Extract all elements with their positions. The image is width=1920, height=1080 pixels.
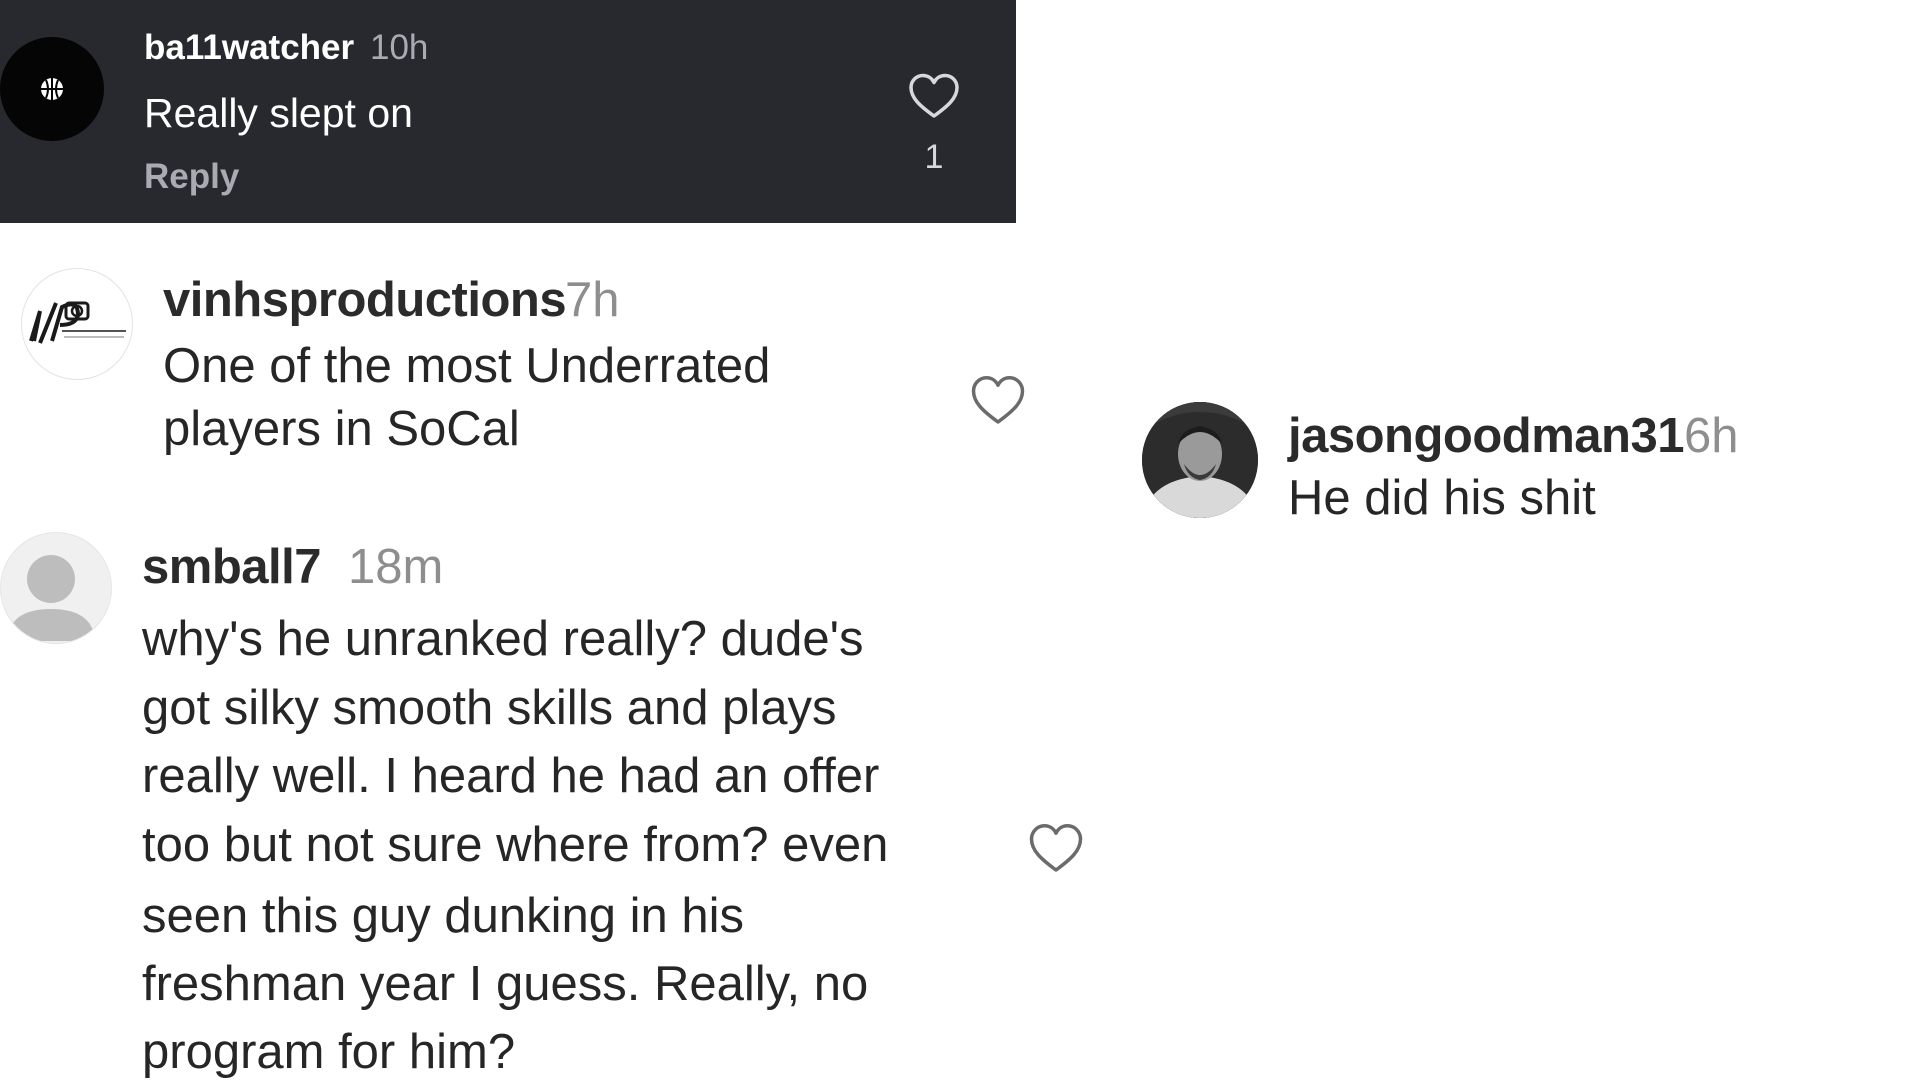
comment-text-line: too but not sure where from? even — [142, 818, 889, 872]
heart-outline-icon[interactable] — [908, 72, 960, 120]
photo-avatar-icon — [1142, 402, 1258, 518]
comments-screenshot: ba11watcher 10h Really slept on Reply 1 … — [0, 0, 1920, 1080]
heart-outline-icon[interactable] — [970, 374, 1026, 426]
avatar[interactable] — [0, 37, 104, 141]
comment-text-line: One of the most Underrated — [163, 339, 771, 393]
comment-username[interactable]: smball7 — [142, 539, 321, 595]
comment-ba11watcher: ba11watcher 10h Really slept on Reply 1 — [0, 0, 1016, 223]
comment-text-line: why's he unranked really? dude's — [142, 612, 864, 666]
comment-text-line: seen this guy dunking in his — [142, 889, 744, 943]
avatar[interactable] — [21, 268, 133, 380]
comment-text-line: got silky smooth skills and plays — [142, 681, 837, 735]
comment-text-line: players in SoCal — [163, 402, 520, 456]
reply-button[interactable]: Reply — [144, 157, 239, 197]
comment-text-line: really well. I heard he had an offer — [142, 749, 880, 803]
vp-productions-logo-icon — [29, 301, 126, 344]
comment-text-line: freshman year I guess. Really, no — [142, 957, 869, 1011]
comment-timestamp: 10h — [370, 28, 429, 67]
comment-username[interactable]: vinhsproductions — [163, 272, 567, 328]
comment-text: He did his shit — [1288, 471, 1596, 525]
comment-text: Really slept on — [144, 90, 413, 136]
comment-text-line: program for him? — [142, 1025, 516, 1079]
basketball-logo-icon — [41, 78, 63, 100]
avatar[interactable] — [1142, 402, 1258, 518]
comment-username[interactable]: ba11watcher — [144, 28, 354, 68]
default-user-avatar-icon — [7, 555, 95, 641]
comment-timestamp: 7h — [565, 273, 620, 327]
comment-timestamp: 6h — [1684, 409, 1739, 463]
comment-username[interactable]: jasongoodman31 — [1288, 408, 1684, 464]
heart-outline-icon[interactable] — [1028, 822, 1084, 874]
comment-timestamp: 18m — [348, 540, 444, 594]
like-count: 1 — [924, 138, 944, 176]
avatar[interactable] — [0, 532, 112, 644]
